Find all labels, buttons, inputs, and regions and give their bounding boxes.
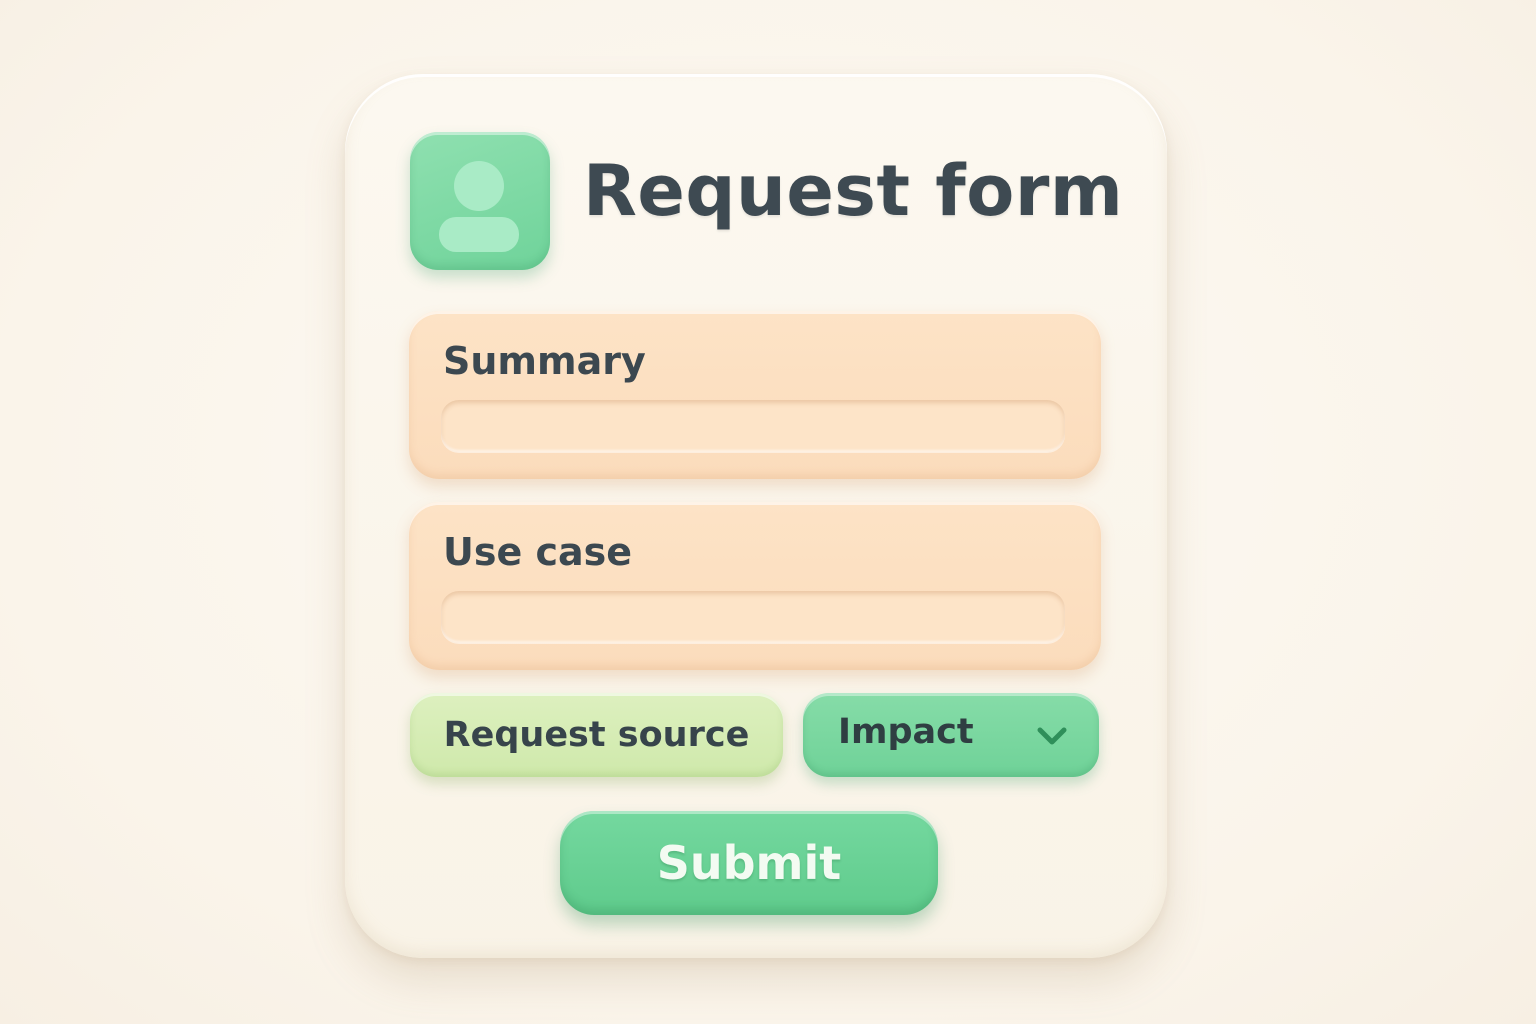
request-source-button[interactable]: Request source bbox=[410, 693, 783, 777]
use-case-field-group: Use case bbox=[409, 502, 1101, 670]
use-case-label: Use case bbox=[443, 530, 633, 574]
summary-label: Summary bbox=[443, 339, 646, 383]
page-title: Request form bbox=[583, 150, 1124, 232]
chevron-down-icon bbox=[1037, 727, 1067, 745]
summary-input[interactable] bbox=[441, 400, 1065, 452]
impact-dropdown[interactable]: Impact bbox=[803, 693, 1099, 777]
use-case-input[interactable] bbox=[441, 591, 1065, 643]
summary-field-group: Summary bbox=[409, 311, 1101, 479]
user-icon bbox=[439, 161, 519, 252]
submit-label: Submit bbox=[656, 836, 842, 890]
submit-button[interactable]: Submit bbox=[560, 811, 938, 915]
avatar bbox=[410, 132, 550, 270]
request-source-label: Request source bbox=[443, 715, 750, 755]
impact-selected-value: Impact bbox=[838, 712, 974, 752]
